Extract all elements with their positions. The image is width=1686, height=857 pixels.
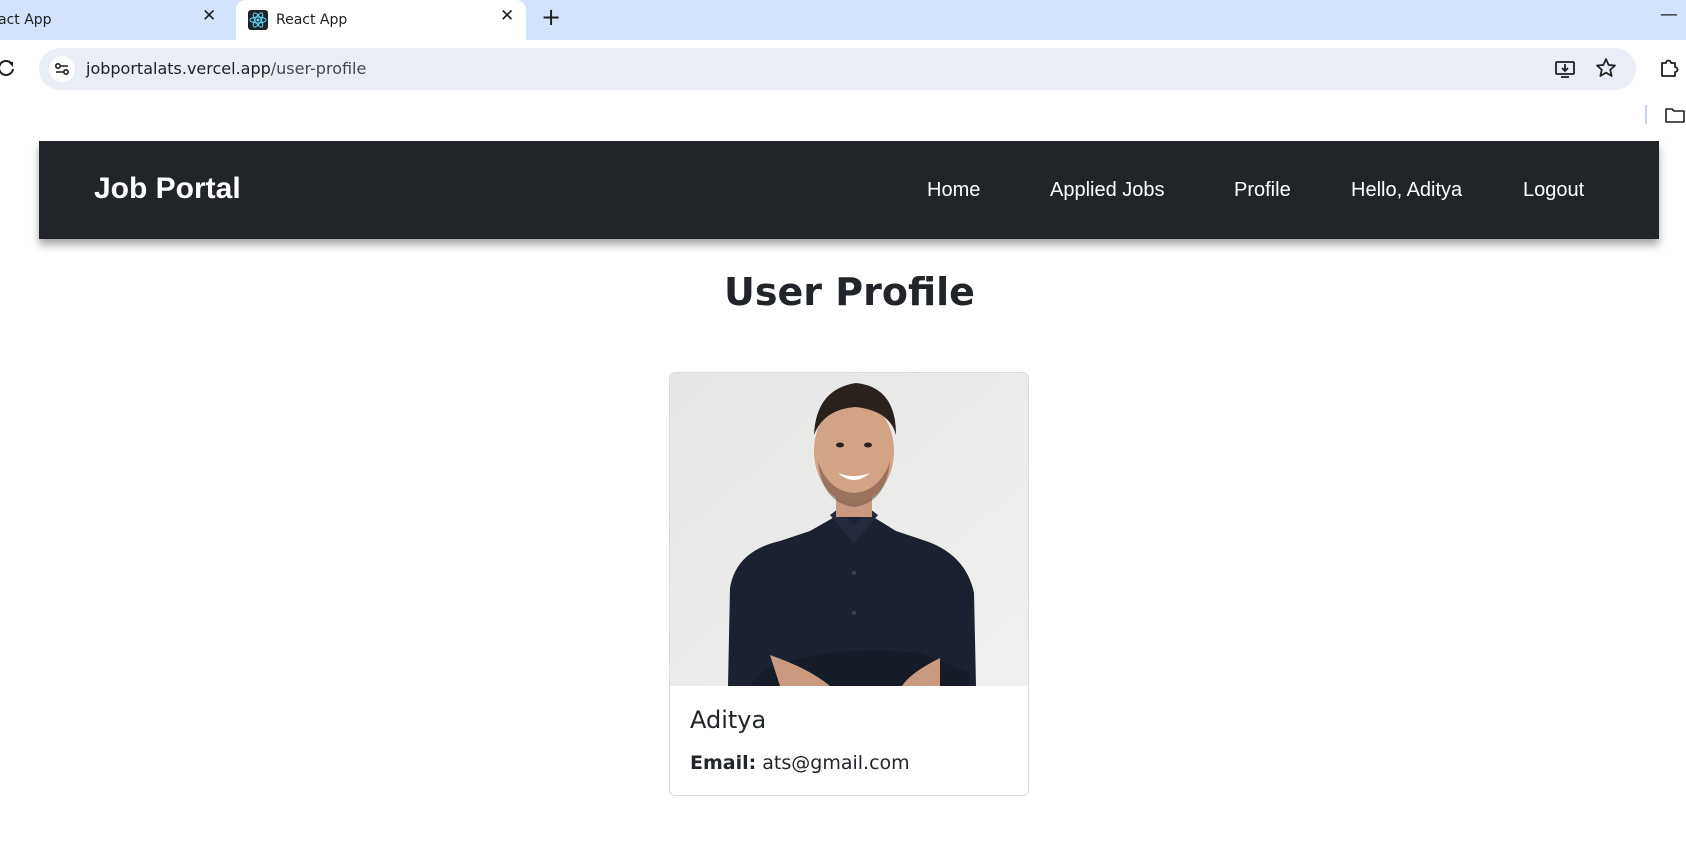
nav-link-profile[interactable]: Profile (1234, 179, 1291, 202)
reload-icon[interactable] (0, 58, 16, 78)
url-path: /user-profile (270, 59, 367, 78)
profile-name: Aditya (690, 706, 767, 734)
email-label: Email: (690, 752, 757, 774)
browser-tab-inactive[interactable]: act App ✕ (0, 0, 236, 40)
folder-icon[interactable] (1664, 106, 1686, 124)
tab-title: act App (0, 12, 52, 28)
browser-tab-active[interactable]: React App ✕ (236, 0, 526, 40)
user-greeting: Hello, Aditya (1351, 179, 1463, 201)
nav-link-applied-jobs[interactable]: Applied Jobs (1050, 179, 1165, 202)
logout-button[interactable]: Logout (1523, 179, 1584, 202)
extensions-icon[interactable] (1658, 56, 1680, 78)
install-icon[interactable] (1554, 58, 1576, 80)
react-logo-icon (248, 10, 268, 30)
page-title: User Profile (724, 270, 975, 314)
site-info-icon[interactable] (49, 56, 75, 82)
profile-photo (670, 373, 1028, 686)
email-value: ats@gmail.com (762, 752, 910, 774)
close-icon[interactable]: ✕ (500, 8, 514, 25)
url-text: jobportalats.vercel.app/user-profile (86, 59, 366, 78)
minimize-icon[interactable]: — (1660, 4, 1678, 25)
address-bar[interactable]: jobportalats.vercel.app/user-profile (39, 48, 1636, 90)
url-domain: jobportalats.vercel.app (86, 59, 271, 78)
navbar: Job Portal Home Applied Jobs Profile Hel… (39, 141, 1659, 239)
bookmarks-divider (1645, 105, 1647, 124)
browser-tabstrip: act App ✕ React App ✕ + — (0, 0, 1686, 40)
tab-title: React App (276, 12, 348, 28)
profile-email: Email: ats@gmail.com (690, 752, 910, 774)
nav-link-home[interactable]: Home (927, 179, 980, 202)
profile-card: Aditya Email: ats@gmail.com (669, 372, 1029, 796)
close-icon[interactable]: ✕ (202, 8, 216, 25)
card-body: Aditya Email: ats@gmail.com (670, 686, 1028, 795)
brand-logo[interactable]: Job Portal (94, 172, 241, 206)
star-icon[interactable] (1595, 57, 1617, 79)
plus-icon[interactable]: + (541, 5, 561, 29)
